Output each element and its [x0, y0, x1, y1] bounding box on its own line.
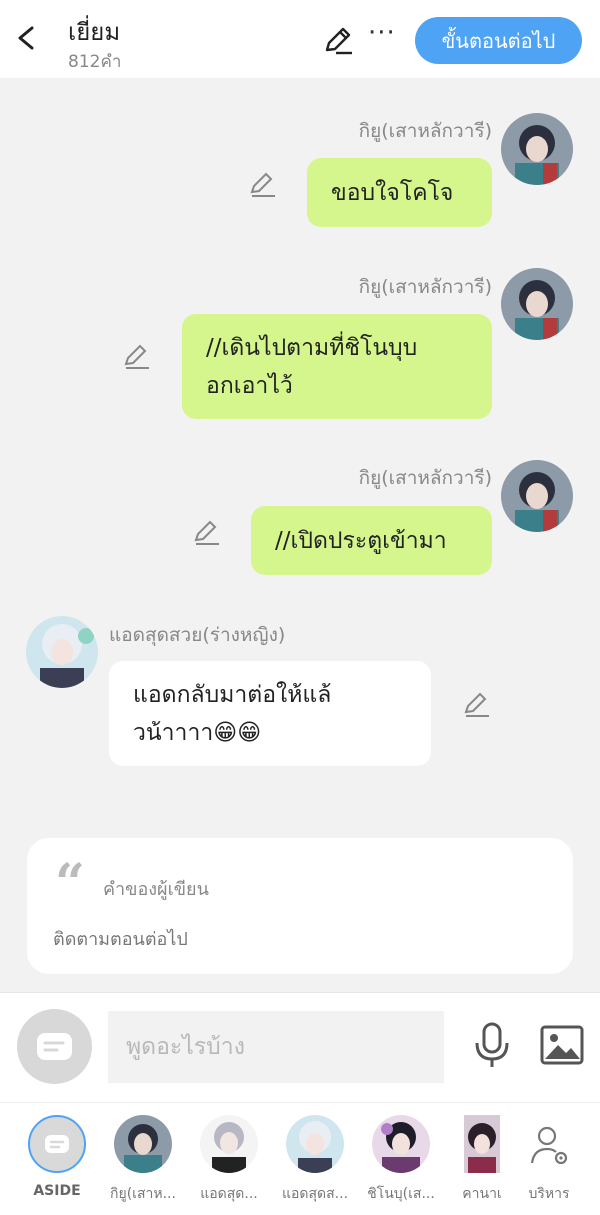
character-item[interactable]: คานาเ [444, 1103, 502, 1215]
message-text-line: แอดกลับมาต่อให้แล้ [133, 681, 332, 708]
back-arrow-icon[interactable] [12, 20, 42, 56]
avatar[interactable] [26, 616, 98, 688]
more-options-icon[interactable]: ··· [368, 18, 396, 48]
sender-name: กิยู(เสาหลักวารี) [358, 467, 492, 489]
character-label: ชิโนบุ(เส... [367, 1186, 435, 1202]
character-label: กิยู(เสาห... [110, 1186, 176, 1202]
message-text: ขอบใจโคโจ [331, 179, 454, 206]
character-item[interactable]: แอดสุดส... [272, 1103, 358, 1215]
character-item[interactable]: แอดสุด... [186, 1103, 272, 1215]
message-bubble[interactable]: แอดกลับมาต่อให้แล้ วน้าาาา😁😁 [109, 661, 431, 766]
message-text-line: อกเอาไว้ [206, 372, 293, 399]
avatar[interactable] [501, 113, 573, 185]
avatar [200, 1115, 258, 1173]
avatar[interactable] [501, 268, 573, 340]
message-text: //เปิดประตูเข้ามา [275, 527, 447, 554]
message-text-line: //เดินไปตามที่ชิโนบุบ [206, 334, 418, 361]
character-label: คานาเ [462, 1186, 502, 1202]
character-label: แอดสุด... [200, 1186, 258, 1202]
composer-bar [0, 992, 600, 1102]
message-input[interactable] [108, 1011, 444, 1083]
author-note[interactable]: “ คำของผู้เขียน ติดตามตอนต่อไป [27, 838, 573, 974]
message-bubble[interactable]: ขอบใจโคโจ [307, 158, 492, 227]
person-gear-icon [530, 1126, 568, 1165]
next-step-button[interactable]: ขั้นตอนต่อไป [415, 17, 582, 64]
author-note-label: คำของผู้เขียน [103, 879, 209, 900]
sender-name: แอดสุดสวย(ร่างหญิง) [109, 624, 286, 646]
sender-name: กิยู(เสาหลักวารี) [358, 276, 492, 298]
aside-avatar [28, 1115, 86, 1173]
author-note-text: ติดตามตอนต่อไป [53, 929, 188, 950]
avatar [286, 1115, 344, 1173]
character-selector: ASIDE กิยู(เสาห... แอดสุด... แอดสุดส... … [0, 1102, 600, 1215]
avatar [372, 1115, 430, 1173]
edit-message-icon[interactable] [122, 342, 152, 372]
avatar[interactable] [501, 460, 573, 532]
edit-message-icon[interactable] [192, 518, 222, 548]
manage-characters-button[interactable]: บริหาร [506, 1103, 592, 1215]
edit-pencil-icon[interactable] [322, 24, 354, 56]
character-item[interactable]: ชิโนบุ(เส... [358, 1103, 444, 1215]
message-bubble[interactable]: //เปิดประตูเข้ามา [251, 506, 492, 575]
word-count: 812คำ [68, 52, 122, 72]
character-label: แอดสุดส... [281, 1186, 349, 1202]
story-title: เยี่ยม [68, 18, 121, 46]
quote-icon: “ [55, 853, 85, 914]
message-bubble[interactable]: //เดินไปตามที่ชิโนบุบ อกเอาไว้ [182, 314, 492, 419]
avatar [464, 1115, 500, 1173]
message-text-line: วน้าาาา😁😁 [133, 719, 262, 746]
avatar [114, 1115, 172, 1173]
character-aside[interactable]: ASIDE [14, 1103, 100, 1215]
sender-name: กิยู(เสาหลักวารี) [358, 120, 492, 142]
image-icon[interactable] [540, 1025, 584, 1065]
top-bar: เยี่ยม 812คำ ··· ขั้นตอนต่อไป [0, 0, 600, 78]
microphone-icon[interactable] [472, 1021, 512, 1071]
chat-bubble-icon [45, 1135, 69, 1153]
character-label: ASIDE [33, 1183, 81, 1199]
character-item[interactable]: กิยู(เสาห... [100, 1103, 186, 1215]
edit-message-icon[interactable] [248, 170, 278, 200]
character-label: บริหาร [528, 1186, 570, 1202]
aside-toggle-button[interactable] [17, 1009, 92, 1084]
edit-message-icon[interactable] [462, 690, 492, 720]
chat-bubble-icon [37, 1033, 72, 1060]
